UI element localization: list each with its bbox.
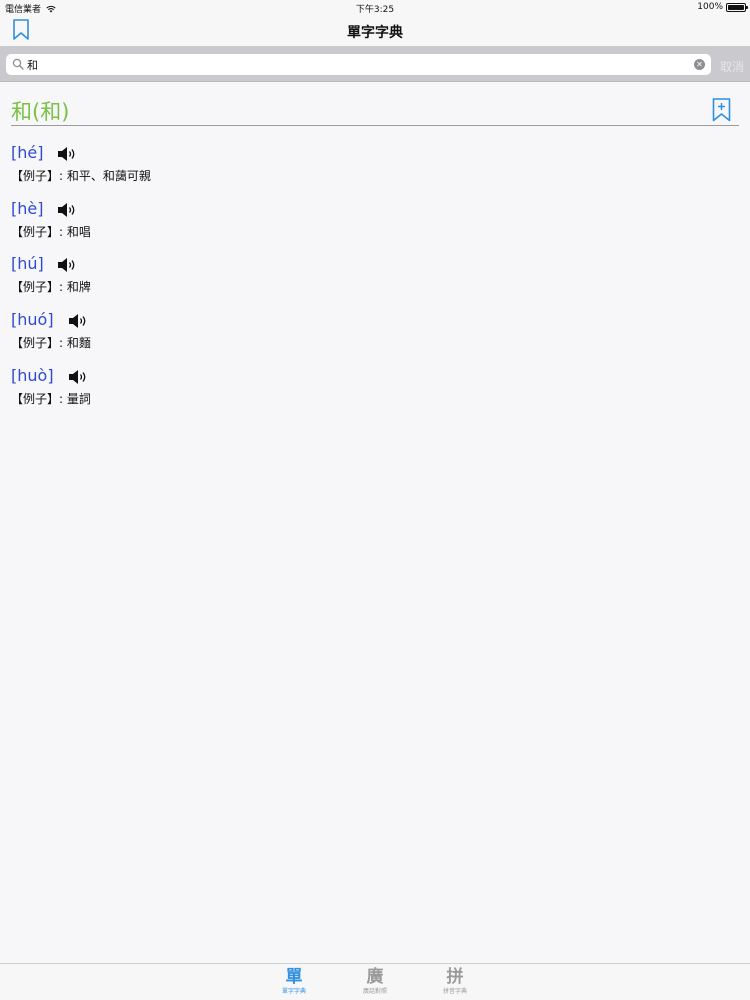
speaker-icon[interactable]: [68, 369, 88, 385]
example-text: 【例子】: 和唱: [11, 225, 91, 239]
tab-single-char-dictionary[interactable]: 單 單字字典: [264, 967, 324, 1000]
tab-label: 廣話對照: [362, 988, 387, 995]
entry-header: 和(和): [11, 96, 739, 126]
speaker-icon[interactable]: [57, 257, 77, 273]
search-bar: 和 ✕ 取消: [0, 46, 750, 82]
speaker-icon[interactable]: [57, 202, 77, 218]
page-title: 單字字典: [347, 25, 403, 41]
search-icon: [12, 58, 24, 70]
tab-glyph: 廣: [366, 967, 384, 987]
add-bookmark-icon[interactable]: [712, 98, 731, 122]
pinyin-label: [hú]: [11, 254, 44, 273]
reading-item: [hú] 【例子】: 和牌: [11, 254, 411, 304]
search-input[interactable]: 和 ✕: [6, 54, 711, 75]
battery-percent: 100%: [697, 2, 723, 12]
speaker-icon[interactable]: [68, 313, 88, 329]
example-text: 【例子】: 和平、和藹可親: [11, 169, 151, 183]
example-text: 【例子】: 和牌: [11, 280, 91, 294]
clear-search-icon[interactable]: ✕: [694, 59, 705, 70]
reading-item: [hè] 【例子】: 和唱: [11, 199, 411, 249]
tab-label: 拼音字典: [442, 988, 467, 995]
status-bar: 電信業者 下午3:25 100%: [0, 0, 750, 15]
navigation-bar: 單字字典: [0, 14, 750, 46]
cancel-button[interactable]: 取消: [720, 58, 744, 75]
battery-icon: [726, 2, 748, 12]
pinyin-label: [hè]: [11, 199, 44, 218]
pinyin-label: [huò]: [11, 366, 54, 385]
reading-item: [huó] 【例子】: 和麵: [11, 310, 411, 360]
tab-pinyin-dictionary[interactable]: 拼 拼音字典: [425, 967, 485, 1000]
speaker-icon[interactable]: [57, 146, 77, 162]
tab-bar: 單 單字字典 廣 廣話對照 拼 拼音字典: [0, 963, 750, 1000]
battery-area: 100%: [697, 2, 748, 12]
search-query[interactable]: 和: [27, 57, 38, 73]
pinyin-label: [huó]: [11, 310, 54, 329]
tab-glyph: 拼: [446, 967, 464, 987]
headword: 和(和): [11, 100, 70, 124]
tab-glyph: 單: [285, 967, 303, 987]
reading-item: [hé] 【例子】: 和平、和藹可親: [11, 143, 411, 193]
pinyin-label: [hé]: [11, 143, 44, 162]
example-text: 【例子】: 量詞: [11, 392, 91, 406]
tab-label: 單字字典: [281, 988, 306, 995]
reading-item: [huò] 【例子】: 量詞: [11, 366, 411, 416]
tab-cantonese-comparison[interactable]: 廣 廣話對照: [345, 967, 405, 1000]
example-text: 【例子】: 和麵: [11, 336, 91, 350]
